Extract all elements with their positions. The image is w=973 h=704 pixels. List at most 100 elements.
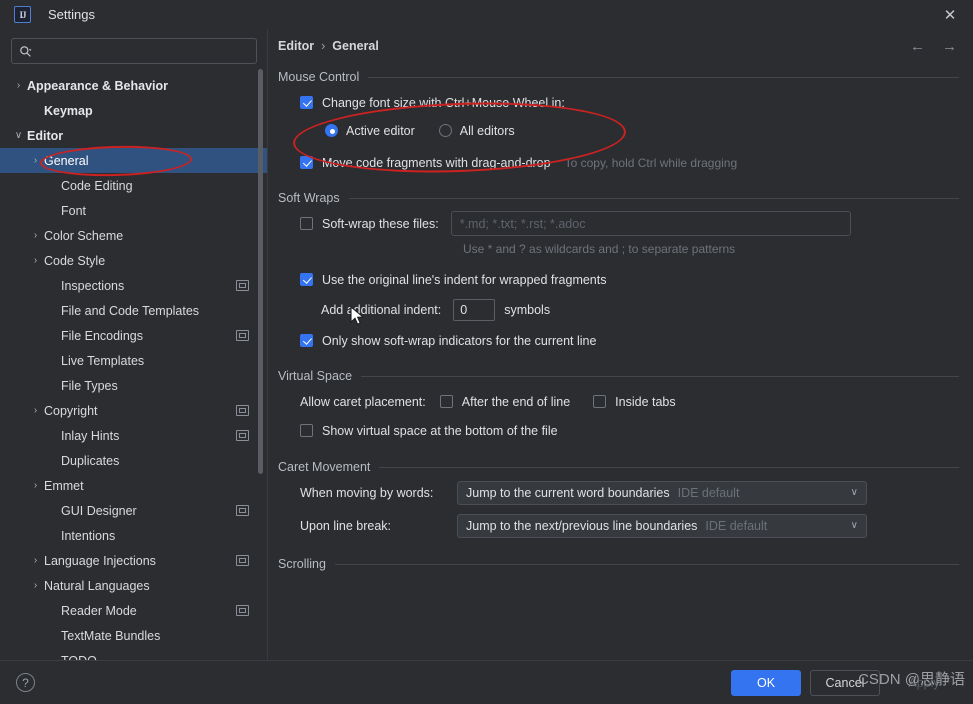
forward-arrow-icon[interactable]: → <box>942 38 957 55</box>
chevron-right-icon[interactable]: › <box>27 255 44 266</box>
chevron-right-icon[interactable]: › <box>44 306 61 316</box>
sidebar-item-general[interactable]: › General <box>0 148 267 173</box>
row-allow-caret-placement[interactable]: Allow caret placement: After the end of … <box>278 389 959 414</box>
sidebar-item-gui-designer[interactable]: ›GUI Designer <box>0 498 267 523</box>
sidebar-item-language-injections[interactable]: › Language Injections <box>0 548 267 573</box>
sidebar-item-inspections[interactable]: ›Inspections <box>0 273 267 298</box>
sidebar-item-file-encodings[interactable]: ›File Encodings <box>0 323 267 348</box>
sidebar-item-inlay-hints[interactable]: ›Inlay Hints <box>0 423 267 448</box>
sidebar-item-file-types[interactable]: ›File Types <box>0 373 267 398</box>
settings-tree[interactable]: ›Appearance & Behavior›Keymap∨Editor›Gen… <box>0 72 267 660</box>
search-input[interactable] <box>37 44 249 58</box>
section-title: Soft Wraps <box>278 191 340 205</box>
section-divider <box>334 563 959 565</box>
row-original-indent[interactable]: Use the original line's indent for wrapp… <box>278 267 959 292</box>
sidebar-item-label: Inspections <box>61 278 125 293</box>
sidebar-item-color-scheme[interactable]: › Color Scheme <box>0 223 267 248</box>
sidebar-item-file-and-code-templates[interactable]: ›File and Code Templates <box>0 298 267 323</box>
row-additional-indent[interactable]: Add additional indent: 0 symbols <box>278 297 959 322</box>
sidebar-item-natural-languages[interactable]: › Natural Languages <box>0 573 267 598</box>
chevron-right-icon[interactable]: › <box>44 531 61 541</box>
radio-active-editor[interactable] <box>325 124 338 137</box>
apply-button[interactable]: Apply <box>889 670 959 696</box>
chevron-right-icon[interactable]: › <box>44 181 61 191</box>
move-code-fragments-checkbox[interactable] <box>300 156 313 169</box>
chevron-right-icon[interactable]: › <box>27 155 44 166</box>
chevron-right-icon[interactable]: › <box>27 230 44 241</box>
settings-sidebar: ›Appearance & Behavior›Keymap∨Editor›Gen… <box>0 29 268 660</box>
sidebar-item-keymap[interactable]: ›Keymap <box>0 98 267 123</box>
row-font-size-scope-radios[interactable]: Active editor All editors <box>278 118 959 143</box>
inside-tabs-checkbox[interactable] <box>593 395 607 408</box>
chevron-right-icon[interactable]: › <box>27 106 44 116</box>
chevron-right-icon[interactable]: › <box>27 555 44 566</box>
sidebar-item-reader-mode[interactable]: ›Reader Mode <box>0 598 267 623</box>
chevron-right-icon[interactable]: › <box>10 80 27 91</box>
when-moving-dropdown[interactable]: Jump to the current word boundaries IDE … <box>457 480 867 505</box>
after-end-of-line-checkbox[interactable] <box>439 395 453 408</box>
chevron-right-icon[interactable]: › <box>27 580 44 591</box>
additional-indent-input[interactable]: 0 <box>453 298 496 321</box>
section-mouse-control: Mouse Control Change font size with Ctrl… <box>268 70 959 175</box>
row-move-code-fragments[interactable]: Move code fragments with drag-and-drop T… <box>278 150 959 175</box>
additional-indent-suffix: symbols <box>504 302 551 317</box>
title-bar: IJ Settings ✕ <box>0 0 973 29</box>
soft-wrap-files-checkbox[interactable] <box>300 217 313 230</box>
sidebar-item-font[interactable]: ›Font <box>0 198 267 223</box>
after-end-of-line-label: After the end of line <box>461 394 571 409</box>
project-scope-badge-icon <box>236 605 249 616</box>
sidebar-item-todo[interactable]: ›TODO <box>0 648 267 661</box>
sidebar-item-live-templates[interactable]: ›Live Templates <box>0 348 267 373</box>
sidebar-item-label: Language Injections <box>44 553 156 568</box>
sidebar-item-code-editing[interactable]: ›Code Editing <box>0 173 267 198</box>
chevron-right-icon[interactable]: › <box>44 506 61 516</box>
chevron-right-icon[interactable]: › <box>44 356 61 366</box>
chevron-right-icon[interactable]: › <box>44 331 61 341</box>
sidebar-item-editor[interactable]: ∨ Editor <box>0 123 267 148</box>
close-icon[interactable]: ✕ <box>933 0 967 29</box>
sidebar-item-appearance-behavior[interactable]: › Appearance & Behavior <box>0 73 267 98</box>
chevron-right-icon[interactable]: › <box>44 631 61 641</box>
original-indent-checkbox[interactable] <box>300 273 313 286</box>
change-font-size-checkbox[interactable] <box>300 96 313 109</box>
chevron-right-icon[interactable]: › <box>44 431 61 441</box>
cancel-button[interactable]: Cancel <box>810 669 880 696</box>
chevron-right-icon[interactable]: › <box>44 606 61 616</box>
row-soft-wrap-files[interactable]: Soft-wrap these files: *.md; *.txt; *.rs… <box>278 211 959 236</box>
upon-line-break-dropdown[interactable]: Jump to the next/previous line boundarie… <box>457 513 867 538</box>
chevron-right-icon[interactable]: › <box>44 381 61 391</box>
soft-wrap-files-input[interactable]: *.md; *.txt; *.rst; *.adoc <box>450 211 851 236</box>
only-show-indicators-checkbox[interactable] <box>300 334 313 347</box>
sidebar-item-code-style[interactable]: › Code Style <box>0 248 267 273</box>
move-code-fragments-label: Move code fragments with drag-and-drop <box>322 155 551 170</box>
chevron-right-icon[interactable]: › <box>44 281 61 291</box>
sidebar-item-textmate-bundles[interactable]: ›TextMate Bundles <box>0 623 267 648</box>
breadcrumb-parent[interactable]: Editor <box>278 39 314 53</box>
back-arrow-icon[interactable]: ← <box>910 38 925 55</box>
sidebar-item-intentions[interactable]: ›Intentions <box>0 523 267 548</box>
chevron-down-icon[interactable]: ∨ <box>10 130 27 141</box>
help-icon[interactable]: ? <box>16 673 35 692</box>
chevron-right-icon[interactable]: › <box>44 206 61 216</box>
row-change-font-size[interactable]: Change font size with Ctrl+Mouse Wheel i… <box>278 90 959 115</box>
show-virtual-space-checkbox[interactable] <box>300 424 313 437</box>
chevron-right-icon[interactable]: › <box>27 405 44 416</box>
ok-button[interactable]: OK <box>731 669 801 696</box>
sidebar-item-emmet[interactable]: › Emmet <box>0 473 267 498</box>
chevron-right-icon[interactable]: › <box>44 456 61 466</box>
breadcrumb: Editor › General <box>268 29 959 63</box>
radio-all-editors[interactable] <box>438 124 452 137</box>
row-show-virtual-space[interactable]: Show virtual space at the bottom of the … <box>278 418 959 443</box>
sidebar-scrollbar-thumb[interactable] <box>258 69 263 474</box>
soft-wrap-files-label: Soft-wrap these files: <box>322 216 439 231</box>
row-upon-line-break[interactable]: Upon line break: Jump to the next/previo… <box>278 513 959 538</box>
allow-caret-label: Allow caret placement: <box>300 394 426 409</box>
sidebar-item-copyright[interactable]: › Copyright <box>0 398 267 423</box>
sidebar-item-duplicates[interactable]: ›Duplicates <box>0 448 267 473</box>
search-box[interactable] <box>11 38 257 64</box>
sidebar-item-label: Inlay Hints <box>61 428 120 443</box>
sidebar-item-label: File Types <box>61 378 118 393</box>
row-only-show-indicators[interactable]: Only show soft-wrap indicators for the c… <box>278 328 959 353</box>
chevron-right-icon[interactable]: › <box>27 480 44 491</box>
row-when-moving-by-words[interactable]: When moving by words: Jump to the curren… <box>278 480 959 505</box>
